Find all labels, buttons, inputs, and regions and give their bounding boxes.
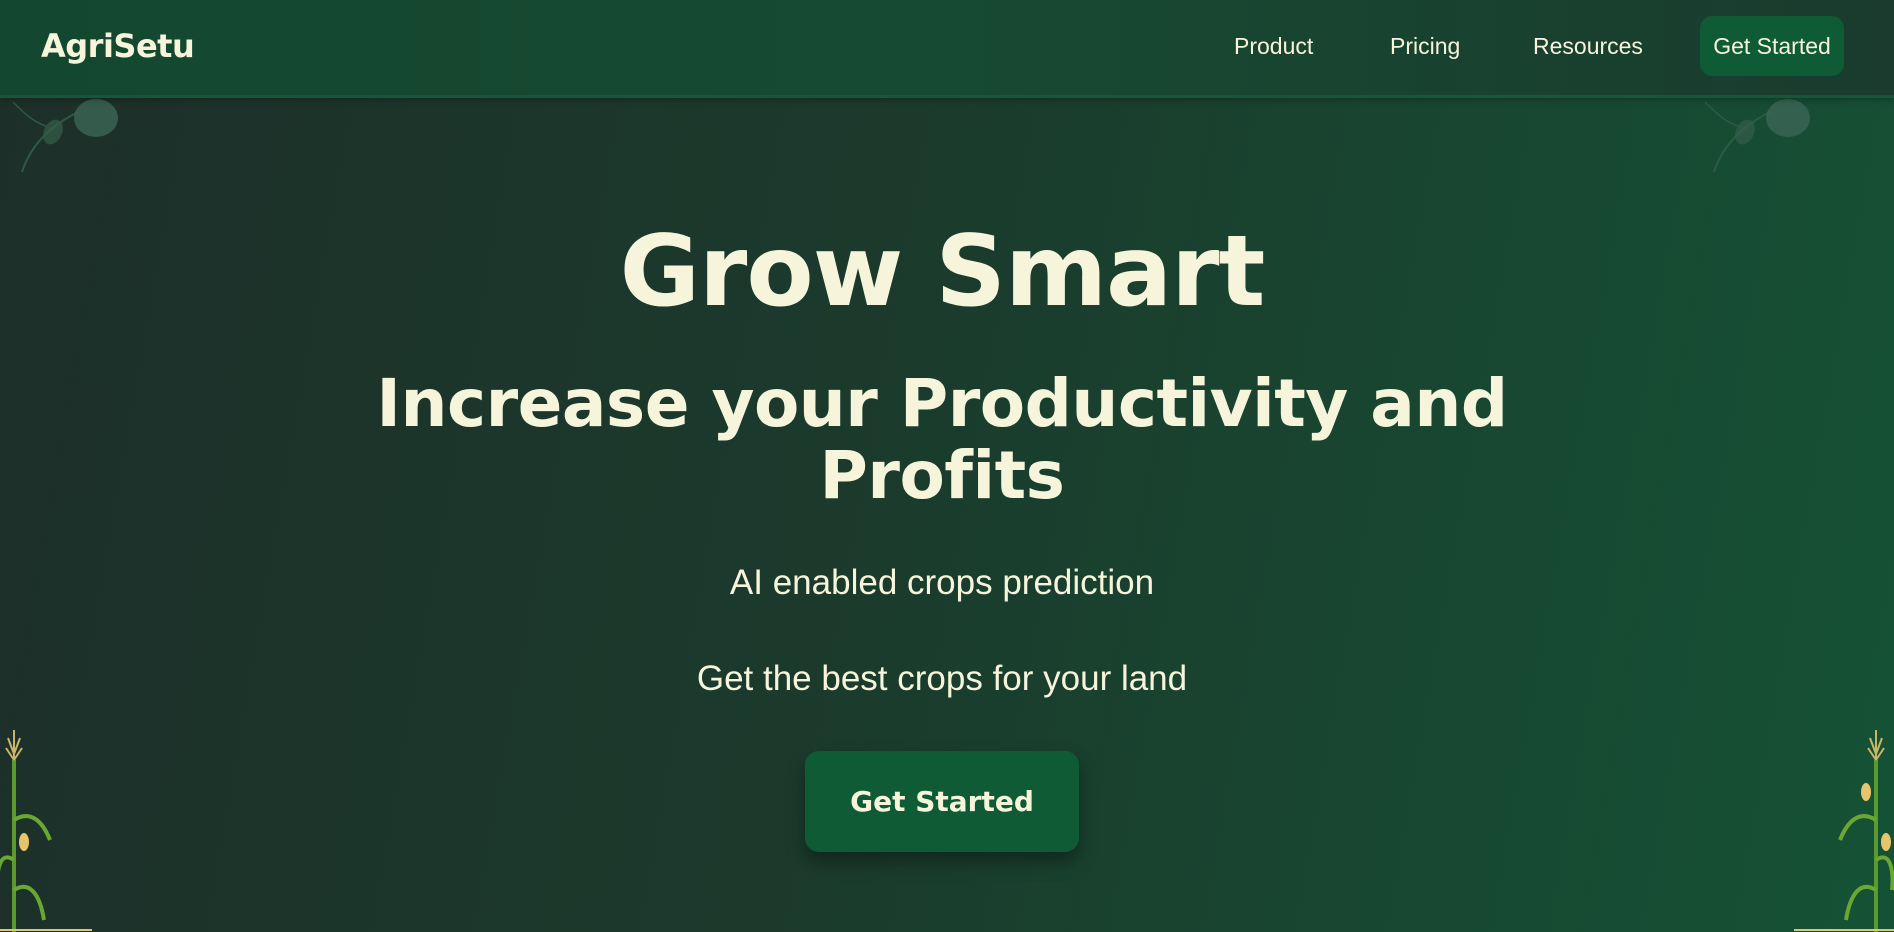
- brand-logo[interactable]: AgriSetu: [41, 27, 195, 65]
- hero-tagline-ai: AI enabled crops prediction: [729, 563, 1155, 602]
- nav-link-product[interactable]: Product: [1234, 33, 1313, 60]
- hero-subtitle: Increase your Productivity and Profits: [376, 365, 1508, 514]
- nav-get-started-button[interactable]: Get Started: [1700, 16, 1844, 76]
- corn-plant-icon: [0, 730, 92, 932]
- hero-get-started-button[interactable]: Get Started: [805, 751, 1079, 852]
- top-navbar: AgriSetu Product Pricing Resources Get S…: [0, 0, 1894, 98]
- nav-link-pricing[interactable]: Pricing: [1390, 33, 1460, 60]
- hero-tagline-crops: Get the best crops for your land: [696, 659, 1188, 698]
- leaf-sprig-icon: [12, 99, 118, 173]
- hero-section: Grow Smart Increase your Productivity an…: [0, 95, 1894, 932]
- hero-title: Grow Smart: [619, 215, 1266, 329]
- corn-plant-icon: [1794, 730, 1894, 932]
- leaf-sprig-icon: [1704, 99, 1810, 173]
- nav-link-resources[interactable]: Resources: [1533, 33, 1643, 60]
